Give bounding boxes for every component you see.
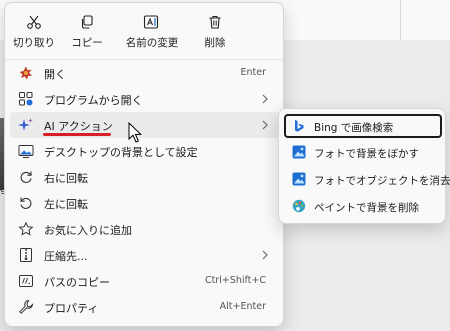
menu-item-label: 開く [44, 68, 66, 81]
rename-button[interactable]: 名前の変更 [117, 9, 187, 53]
cut-icon [25, 13, 43, 31]
menu-item-label: お気に入りに追加 [44, 224, 132, 237]
chevron-right-icon [260, 118, 270, 132]
background-divider [400, 0, 401, 40]
submenu-item-paint-remove-background[interactable]: ペイントで背景を削除 [284, 195, 442, 219]
photos-icon [292, 145, 306, 159]
rotate-right-icon [18, 169, 34, 185]
highlight-underline [43, 133, 111, 136]
menu-item-copy-path[interactable]: パスのコピー Ctrl+Shift+C [10, 268, 280, 294]
menu-item-shortcut: Enter [240, 67, 267, 78]
menu-item-shortcut: Ctrl+Shift+C [204, 275, 266, 286]
context-menu: 切り取り コピー 名前の変更 削除 開く Enter プログラムから開く AI … [4, 2, 284, 327]
desktop-background-icon [18, 143, 34, 159]
submenu-item-label: フォトでオブジェクトを消去 [314, 175, 450, 187]
delete-button[interactable]: 削除 [187, 9, 243, 53]
star-icon [18, 221, 34, 237]
quick-action-bar: 切り取り コピー 名前の変更 削除 [11, 9, 277, 53]
menu-item-rotate-left[interactable]: 左に回転 [10, 190, 280, 216]
menu-item-label: AI アクション [44, 120, 113, 133]
mouse-pointer-icon [128, 122, 142, 143]
submenu-item-bing-image-search[interactable]: Bing で画像検索 [284, 114, 442, 138]
chevron-right-icon [260, 92, 270, 106]
rename-icon [143, 13, 161, 31]
menu-item-ai-actions[interactable]: AI アクション [10, 112, 280, 138]
menu-item-label: パスのコピー [44, 276, 110, 289]
open-icon [18, 65, 34, 81]
ai-sparkle-icon [18, 117, 34, 133]
photos-icon [292, 172, 306, 186]
chevron-right-icon [260, 248, 270, 262]
delete-label: 削除 [204, 37, 226, 49]
open-with-icon [18, 91, 34, 107]
bing-icon [292, 119, 306, 133]
copy-button[interactable]: コピー [57, 9, 117, 53]
ai-actions-submenu: Bing で画像検索 フォトで背景をぼかす フォトでオブジェクトを消去 ペイント… [278, 108, 450, 224]
rotate-left-icon [18, 195, 34, 211]
menu-item-open-with[interactable]: プログラムから開く [10, 86, 280, 112]
menu-item-add-to-favorites[interactable]: お気に入りに追加 [10, 216, 280, 242]
rename-label: 名前の変更 [125, 37, 179, 49]
menu-item-rotate-right[interactable]: 右に回転 [10, 164, 280, 190]
copy-icon [78, 13, 96, 31]
submenu-item-photos-erase-object[interactable]: フォトでオブジェクトを消去 [284, 168, 450, 192]
menu-item-compress-to[interactable]: 圧縮先... [10, 242, 280, 268]
menu-item-properties[interactable]: プロパティ Alt+Enter [10, 294, 280, 320]
paint-icon [292, 199, 306, 213]
cut-button[interactable]: 切り取り [11, 9, 57, 53]
copy-label: コピー [71, 37, 103, 49]
zip-icon [18, 247, 34, 263]
menu-item-label: 圧縮先... [44, 250, 88, 263]
menu-item-open[interactable]: 開く Enter [10, 60, 280, 86]
submenu-item-photos-blur-background[interactable]: フォトで背景をぼかす [284, 141, 442, 165]
menu-item-set-desktop-background[interactable]: デスクトップの背景として設定 [10, 138, 280, 164]
submenu-item-label: Bing で画像検索 [314, 122, 394, 134]
menu-item-label: プログラムから開く [44, 94, 143, 107]
properties-icon [18, 299, 34, 315]
submenu-item-label: フォトで背景をぼかす [314, 148, 419, 160]
menu-item-label: デスクトップの背景として設定 [44, 146, 198, 159]
menu-item-label: 右に回転 [44, 172, 88, 185]
menu-item-shortcut: Alt+Enter [219, 301, 266, 312]
delete-icon [206, 13, 224, 31]
menu-item-label: 左に回転 [44, 198, 88, 211]
copy-path-icon [18, 273, 34, 289]
cut-label: 切り取り [13, 37, 55, 49]
submenu-item-label: ペイントで背景を削除 [314, 202, 419, 214]
menu-item-label: プロパティ [44, 302, 99, 315]
